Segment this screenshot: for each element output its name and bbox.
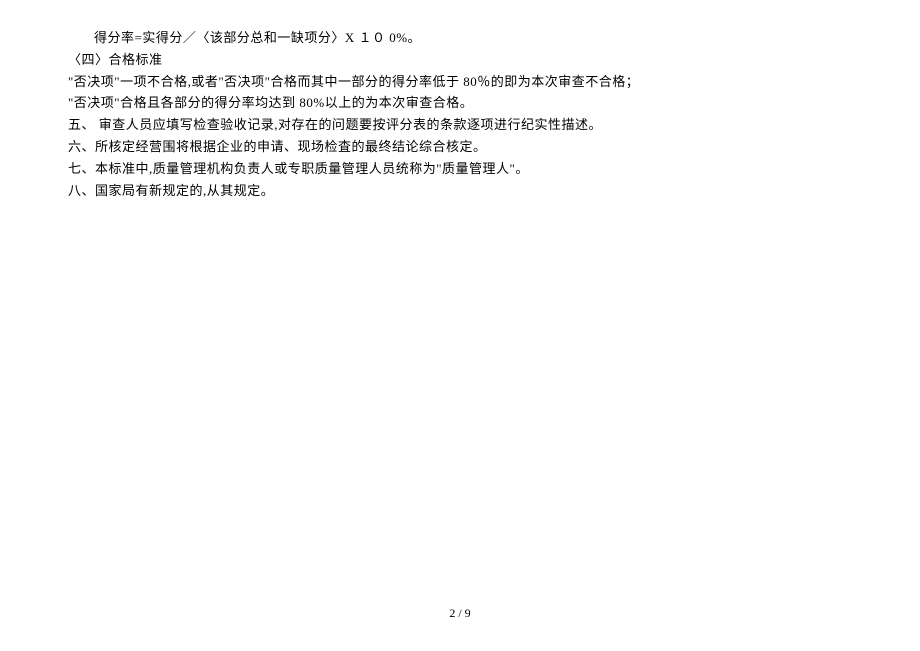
paragraph-line: "否决项"合格且各部分的得分率均达到 80%以上的为本次审查合格。	[68, 93, 852, 114]
paragraph-line: 五、 审查人员应填写检查验收记录,对存在的问题要按评分表的条款逐项进行纪实性描述…	[68, 115, 852, 136]
document-body: 得分率=实得分／〈该部分总和一缺项分〉X １０ 0%。 〈四〉合格标准 "否决项…	[68, 28, 852, 201]
paragraph-line: 〈四〉合格标准	[68, 50, 852, 71]
paragraph-line: "否决项"一项不合格,或者"否决项"合格而其中一部分的得分率低于 80％的即为本…	[68, 72, 852, 93]
total-pages: 9	[465, 606, 471, 620]
paragraph-line: 七、本标准中,质量管理机构负责人或专职质量管理人员统称为"质量管理人"。	[68, 159, 852, 180]
paragraph-line: 六、所核定经营围将根据企业的申请、现场检査的最终结论综合核定。	[68, 137, 852, 158]
page-number: 2 / 9	[0, 604, 920, 623]
paragraph-line: 得分率=实得分／〈该部分总和一缺项分〉X １０ 0%。	[68, 28, 852, 49]
paragraph-line: 八、国家局有新规定的,从其规定。	[68, 181, 852, 202]
page-separator: /	[455, 606, 464, 620]
